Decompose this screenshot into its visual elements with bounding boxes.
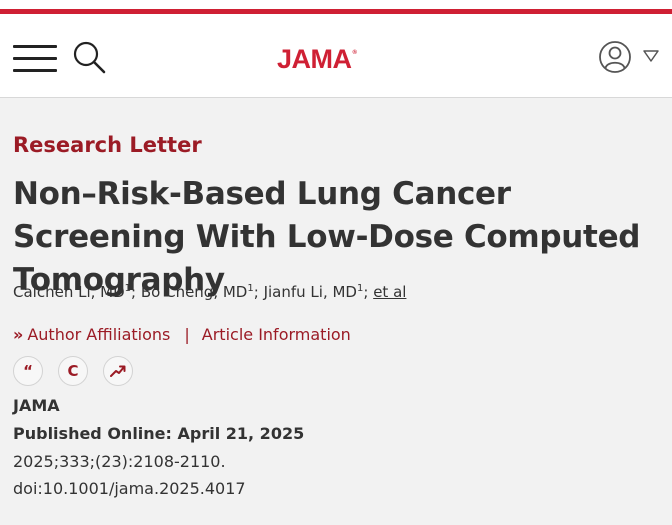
cite-button[interactable]: C bbox=[58, 356, 88, 386]
jama-logo[interactable]: JAMA® bbox=[277, 44, 357, 75]
metrics-button[interactable] bbox=[103, 356, 133, 386]
author-affiliation-marker: 1 bbox=[356, 283, 364, 294]
cite-icon: C bbox=[67, 362, 79, 380]
author-affiliation-marker: 1 bbox=[247, 283, 254, 294]
article-info-links: » Author Affiliations | Article Information bbox=[13, 325, 351, 344]
doi[interactable]: doi:10.1001/jama.2025.4017 bbox=[13, 479, 246, 498]
top-brand-stripe bbox=[0, 0, 672, 14]
citation-volume-pages: 2025;333;(23):2108-2110. bbox=[13, 452, 226, 471]
logo-text: JAMA bbox=[277, 44, 352, 74]
author-affiliation-marker: 1 bbox=[124, 283, 132, 294]
publication-date: Published Online: April 21, 2025 bbox=[13, 424, 305, 443]
article-information-link[interactable]: Article Information bbox=[202, 325, 351, 344]
quote-button[interactable]: “ bbox=[13, 356, 43, 386]
chevron-right-icon: » bbox=[13, 325, 24, 344]
registered-mark: ® bbox=[352, 50, 357, 56]
account-icon[interactable] bbox=[598, 40, 632, 74]
author-list: Caichen Li, MD1; Bo Cheng, MD1; Jianfu L… bbox=[13, 283, 407, 301]
journal-name: JAMA bbox=[13, 396, 60, 415]
trending-up-icon bbox=[110, 365, 126, 377]
caret-down-icon[interactable] bbox=[642, 49, 660, 63]
link-separator: | bbox=[184, 325, 190, 344]
menu-line-top bbox=[13, 45, 57, 48]
menu-line-bottom bbox=[13, 69, 57, 72]
menu-icon[interactable] bbox=[13, 45, 57, 73]
author-name[interactable]: Bo Cheng, MD bbox=[141, 283, 248, 301]
author-affiliations-link[interactable]: Author Affiliations bbox=[27, 325, 170, 344]
menu-line-middle bbox=[13, 57, 57, 60]
quote-icon: “ bbox=[23, 362, 33, 380]
author-name[interactable]: Jianfu Li, MD bbox=[264, 283, 357, 301]
et-al-link[interactable]: et al bbox=[373, 283, 406, 301]
article-type-label[interactable]: Research Letter bbox=[13, 133, 202, 157]
site-header: JAMA® bbox=[0, 14, 672, 98]
search-icon[interactable] bbox=[72, 40, 106, 74]
author-name[interactable]: Caichen Li, MD bbox=[13, 283, 125, 301]
